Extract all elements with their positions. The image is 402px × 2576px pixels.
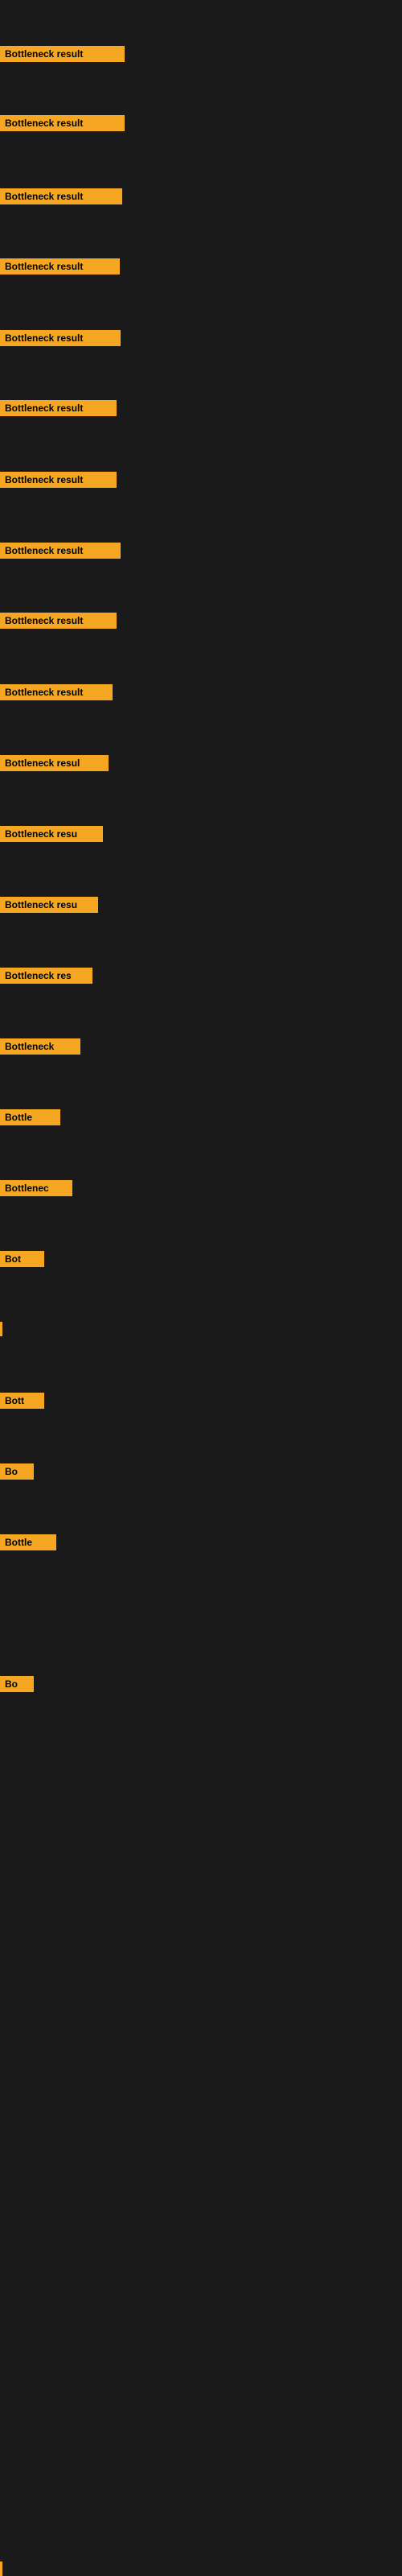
bottleneck-badge-10[interactable]: Bottleneck result	[0, 684, 113, 700]
bottleneck-badge-7[interactable]: Bottleneck result	[0, 472, 117, 488]
bottleneck-badge-4[interactable]: Bottleneck result	[0, 258, 120, 275]
bottleneck-badge-11[interactable]: Bottleneck resul	[0, 755, 109, 771]
bottleneck-badge-20[interactable]: Bo	[0, 1463, 34, 1480]
bottleneck-badge-5[interactable]: Bottleneck result	[0, 330, 121, 346]
cursor-line-2	[0, 2562, 2, 2576]
bottleneck-badge-6[interactable]: Bottleneck result	[0, 400, 117, 416]
bottleneck-badge-1[interactable]: Bottleneck result	[0, 46, 125, 62]
bottleneck-badge-18[interactable]: Bot	[0, 1251, 44, 1267]
bottleneck-badge-14[interactable]: Bottleneck res	[0, 968, 92, 984]
bottleneck-badge-2[interactable]: Bottleneck result	[0, 115, 125, 131]
bottleneck-badge-17[interactable]: Bottlenec	[0, 1180, 72, 1196]
bottleneck-badge-13[interactable]: Bottleneck resu	[0, 897, 98, 913]
bottleneck-badge-21[interactable]: Bottle	[0, 1534, 56, 1550]
bottleneck-badge-3[interactable]: Bottleneck result	[0, 188, 122, 204]
bottleneck-badge-15[interactable]: Bottleneck	[0, 1038, 80, 1055]
site-title	[0, 0, 402, 10]
bottleneck-badge-16[interactable]: Bottle	[0, 1109, 60, 1125]
bottleneck-badge-19[interactable]: Bott	[0, 1393, 44, 1409]
bottleneck-badge-22[interactable]: Bo	[0, 1676, 34, 1692]
bottleneck-badge-12[interactable]: Bottleneck resu	[0, 826, 103, 842]
bottleneck-badge-9[interactable]: Bottleneck result	[0, 613, 117, 629]
cursor-line-1	[0, 1322, 2, 1336]
bottleneck-badge-8[interactable]: Bottleneck result	[0, 543, 121, 559]
